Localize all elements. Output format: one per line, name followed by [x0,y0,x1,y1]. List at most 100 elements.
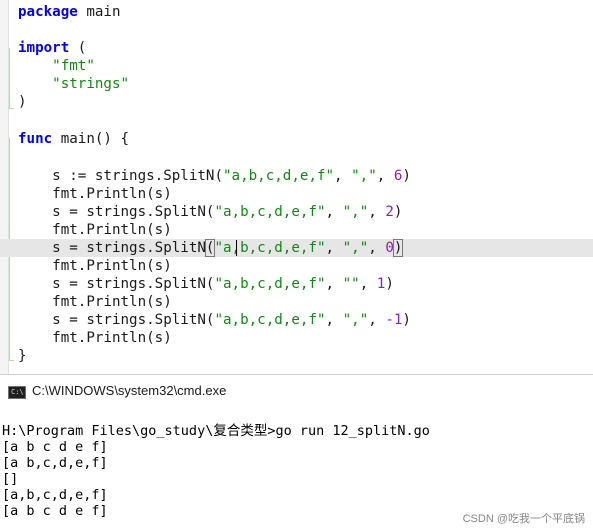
code-token: main() { [52,131,130,147]
code-token: , [325,276,343,292]
console-output-line: [a,b,c,d,e,f] [2,487,108,503]
keyword-token: import [18,40,70,56]
code-token: ) [402,168,411,184]
string-token: "," [342,312,369,328]
watermark: CSDN @吃我一个平底锅 [462,513,585,525]
code-line[interactable]: } [0,347,593,365]
keyword-token: package [18,4,78,20]
code-line-text: func main() { [18,130,129,148]
code-token: ) [402,312,411,328]
code-line[interactable]: "fmt" [0,57,593,75]
string-token: "" [342,276,360,292]
keyword-token: func [18,131,53,147]
code-token: , [368,240,386,256]
code-token: fmt.Println(s) [18,222,172,238]
code-line-text: s = strings.SplitN("a,b,c,d,e,f", ",", -… [18,311,411,329]
code-line-text: fmt.Println(s) [18,221,172,239]
console-output-line: [a b c d e f] [2,503,108,519]
code-line[interactable]: fmt.Println(s) [0,293,593,311]
code-token: } [18,348,27,364]
console-output-line: [] [2,471,19,487]
string-token: "a,b,c,d,e,f" [214,240,326,256]
string-token: "," [351,168,377,184]
code-line[interactable]: fmt.Println(s) [0,185,593,203]
code-line[interactable]: func main() { [0,130,593,148]
code-line-text: s := strings.SplitN("a,b,c,d,e,f", ",", … [18,167,411,185]
code-line-text: import ( [18,39,86,57]
code-line[interactable]: fmt.Println(s) [0,221,593,239]
code-token: , [376,168,394,184]
code-token: fmt.Println(s) [18,330,172,346]
code-line[interactable]: s = strings.SplitN("a,b,c,d,e,f", ",", 0… [0,239,593,257]
console-command-line: H:\Program Files\go_study\复合类型>go run 12… [2,423,430,439]
code-line-text: fmt.Println(s) [18,257,172,275]
string-token: "a,b,c,d,e,f" [214,276,326,292]
cmd-console-output[interactable]: H:\Program Files\go_study\复合类型>go run 12… [0,406,593,530]
code-token: fmt.Println(s) [18,258,172,274]
code-line[interactable]: import ( [0,39,593,57]
code-line[interactable]: s = strings.SplitN("a,b,c,d,e,f", "", 1) [0,275,593,293]
code-token: s := strings.SplitN( [18,168,223,184]
code-token: main [77,4,121,20]
code-token: , [325,312,343,328]
code-token: s = strings.SplitN [18,240,206,256]
code-line-text: ) [18,93,27,111]
console-output-line: [a b,c,d,e,f] [2,455,108,471]
code-token: ) [18,94,27,110]
code-token: s = strings.SplitN( [18,312,215,328]
matched-bracket: ) [392,239,404,257]
cmd-window-icon: C:\ [8,386,26,399]
code-line-text: fmt.Println(s) [18,185,172,203]
code-token: fmt.Println(s) [18,186,172,202]
code-line[interactable]: fmt.Println(s) [0,329,593,347]
code-token: s = strings.SplitN( [18,204,215,220]
string-token: "strings" [52,76,130,92]
code-line[interactable]: ) [0,93,593,111]
cmd-window-title: C:\WINDOWS\system32\cmd.exe [32,383,227,398]
code-line[interactable] [0,111,593,129]
console-output-line: [a b c d e f] [2,439,108,455]
code-line-text: s = strings.SplitN("a,b,c,d,e,f", "", 1) [18,275,394,293]
code-line[interactable]: s := strings.SplitN("a,b,c,d,e,f", ",", … [0,167,593,185]
code-line[interactable]: s = strings.SplitN("a,b,c,d,e,f", ",", -… [0,311,593,329]
string-token: "fmt" [52,58,95,74]
cmd-icon-glyph: C:\ [11,388,24,396]
code-line[interactable] [0,149,593,167]
code-line[interactable]: s = strings.SplitN("a,b,c,d,e,f", ",", 2… [0,203,593,221]
code-line-text: "fmt" [18,57,95,75]
code-token: fmt.Println(s) [18,294,172,310]
string-token: "a,b,c,d,e,f" [223,168,335,184]
number-token: 0 [385,240,394,256]
code-line-text: fmt.Println(s) [18,329,172,347]
string-token: "," [342,240,369,256]
code-token: , [334,168,352,184]
code-editor[interactable]: package main import ( "fmt" "strings") fun… [0,0,593,374]
code-line-text: "strings" [18,75,129,93]
code-token: , [368,312,386,328]
code-line-text: s = strings.SplitN("a,b,c,d,e,f", ",", 2… [18,203,402,221]
code-token: ) [393,204,403,220]
code-line[interactable]: fmt.Println(s) [0,257,593,275]
code-token: ) [385,276,394,292]
string-token: "a,b,c,d,e,f" [214,204,326,220]
code-line[interactable]: "strings" [0,75,593,93]
text-cursor [236,240,237,256]
code-token: , [359,276,377,292]
code-token: ( [69,40,87,56]
number-token: 2 [385,204,394,220]
code-line-text: } [18,347,27,365]
code-token: s = strings.SplitN( [18,276,215,292]
code-line[interactable]: package main [0,3,593,21]
code-token: , [325,240,343,256]
cmd-title-bar[interactable]: C:\ C:\WINDOWS\system32\cmd.exe [0,374,593,407]
code-line-text: package main [18,3,121,21]
number-token: -1 [385,312,403,328]
code-line[interactable] [0,21,593,39]
code-line-text: s = strings.SplitN("a,b,c,d,e,f", ",", 0… [18,239,404,257]
code-token: , [325,204,343,220]
code-token: , [368,204,386,220]
code-line-text: fmt.Println(s) [18,293,172,311]
string-token: "," [342,204,369,220]
